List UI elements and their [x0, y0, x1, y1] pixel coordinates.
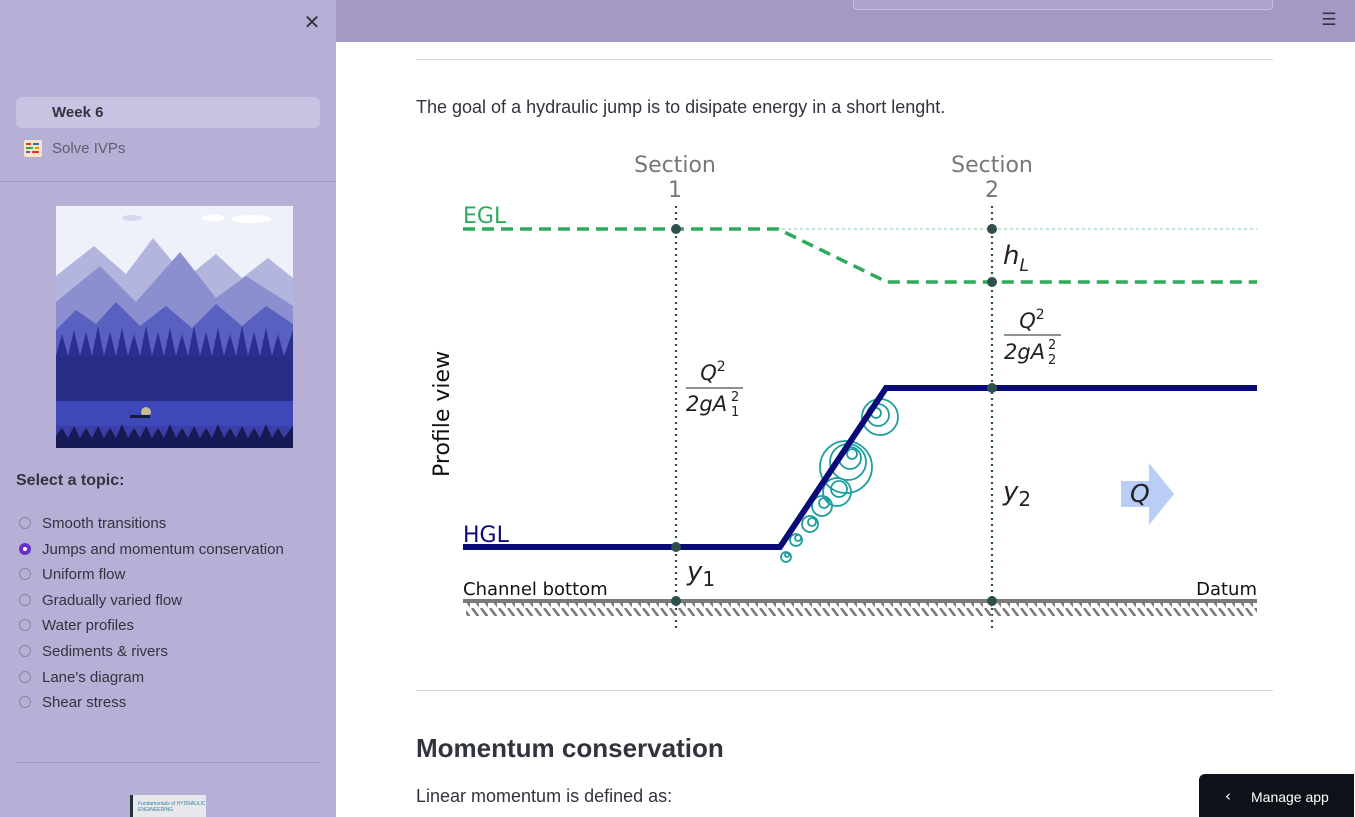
sidebar-item-solve-ivps[interactable]: Solve IVPs: [16, 136, 320, 162]
egl-label: EGL: [463, 204, 507, 229]
chevron-left-icon: ‹: [1225, 787, 1231, 805]
radio-button[interactable]: [19, 594, 31, 606]
radio-button[interactable]: [19, 645, 31, 657]
topic-select-heading: Select a topic:: [16, 472, 125, 489]
nav-week-label: Week 6: [52, 104, 104, 121]
topic-option[interactable]: Gradually varied flow: [16, 590, 326, 612]
svg-text:Q2: Q2: [1019, 307, 1044, 333]
svg-text:2gA: 2gA: [1004, 340, 1045, 364]
topic-option[interactable]: Smooth transitions: [16, 513, 326, 535]
profile-view-label: Profile view: [430, 351, 455, 477]
topic-option-label: Sediments & rivers: [42, 643, 168, 660]
section-divider: [416, 59, 1273, 60]
topic-option-label: Shear stress: [42, 694, 127, 711]
depth-y1-label: y1: [686, 557, 715, 591]
ground-hatching: [466, 601, 1257, 616]
notebook-icon: [24, 140, 42, 157]
head-loss-label: hL: [1003, 241, 1029, 276]
svg-text:Q2: Q2: [700, 359, 725, 385]
hydraulic-jump-turbulence: [780, 398, 899, 563]
svg-text:2: 2: [1048, 338, 1056, 353]
hgl-line: [463, 385, 1257, 550]
sidebar-nav-week[interactable]: Week 6: [16, 97, 320, 128]
topic-option[interactable]: Shear stress: [16, 692, 326, 714]
section-1-label: Section: [634, 153, 716, 178]
momentum-paragraph: Linear momentum is defined as:: [416, 786, 673, 806]
topic-option[interactable]: Jumps and momentum conservation: [16, 539, 326, 561]
radio-button[interactable]: [19, 619, 31, 631]
svg-text:1: 1: [731, 405, 739, 420]
flow-q-label: Q: [1130, 479, 1150, 508]
close-icon[interactable]: ✕: [302, 12, 322, 32]
svg-text:2: 2: [1048, 353, 1056, 368]
svg-text:2gA: 2gA: [686, 392, 727, 416]
velocity-head-2-label: Q2 2gA 2 2: [1004, 307, 1061, 368]
section-divider: [416, 690, 1273, 691]
book-thumbnail-text: Fundamentals of HYDRAULIC ENGINEERING: [138, 801, 206, 813]
intro-text: The goal of a hydraulic jump is to disip…: [416, 97, 946, 117]
header-input-box[interactable]: [853, 0, 1273, 10]
top-header-bar: ☰: [336, 0, 1355, 42]
sidebar: ✕ Week 6 Solve IVPs Select a topic: Smoo…: [0, 0, 336, 817]
radio-button[interactable]: [19, 517, 31, 529]
topic-option-label: Gradually varied flow: [42, 592, 183, 609]
channel-bottom-label: Channel bottom: [463, 579, 608, 600]
datum-label: Datum: [1196, 579, 1257, 600]
radio-button[interactable]: [19, 671, 31, 683]
topic-option-label: Water profiles: [42, 617, 134, 634]
section-2-label: Section: [951, 153, 1033, 178]
radio-button[interactable]: [19, 543, 31, 555]
depth-y2-label: y2: [1002, 477, 1031, 511]
manage-app-button[interactable]: ‹ Manage app: [1199, 774, 1354, 817]
mountain-lake-illustration: [56, 206, 293, 448]
book-cover-thumbnail: Fundamentals of HYDRAULIC ENGINEERING: [130, 795, 206, 817]
manage-app-label: Manage app: [1251, 789, 1329, 805]
topic-option-label: Jumps and momentum conservation: [42, 541, 284, 558]
momentum-heading: Momentum conservation: [416, 733, 724, 763]
velocity-head-1-label: Q2 2gA 2 1: [686, 359, 743, 420]
hamburger-menu-icon[interactable]: ☰: [1320, 12, 1338, 29]
topic-option[interactable]: Uniform flow: [16, 564, 326, 586]
topic-option-label: Smooth transitions: [42, 515, 167, 532]
radio-button[interactable]: [19, 696, 31, 708]
section-2-number: 2: [985, 178, 999, 203]
sidebar-divider: [0, 181, 336, 182]
topic-option[interactable]: Water profiles: [16, 615, 326, 637]
radio-button[interactable]: [19, 568, 31, 580]
topic-option[interactable]: Sediments & rivers: [16, 641, 326, 663]
section-1-number: 1: [668, 178, 682, 203]
sidebar-divider: [16, 762, 320, 763]
topic-option-label: Lane's diagram: [42, 669, 145, 686]
sidebar-item-label: Solve IVPs: [52, 140, 126, 157]
topic-option[interactable]: Lane's diagram: [16, 667, 326, 689]
egl-line: [463, 227, 1257, 284]
svg-text:2: 2: [731, 390, 739, 405]
topic-option-label: Uniform flow: [42, 566, 126, 583]
hydraulic-jump-diagram: Section 1 Section 2 EGL hL Q2 2gA 2 2 Q2…: [430, 153, 1257, 628]
